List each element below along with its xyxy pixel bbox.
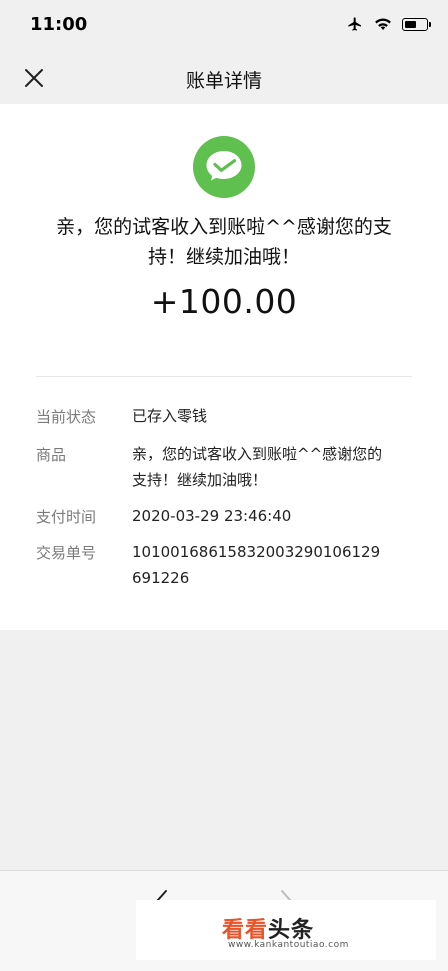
watermark-url: www.kankantoutiao.com: [228, 940, 349, 950]
status-label: 当前状态: [36, 408, 97, 426]
product-value-line-1: 亲，您的试客收入到账啦^^感谢您的: [132, 445, 383, 463]
order-no-label: 交易单号: [36, 544, 97, 562]
status-value: 已存入零钱: [132, 407, 208, 425]
headline-line-1: 亲，您的试客收入到账啦^^感谢您的支: [56, 216, 392, 238]
bill-detail-card: 亲，您的试客收入到账啦^^感谢您的支 持！继续加油哦！ +100.00 当前状态…: [0, 104, 448, 630]
pay-time-value: 2020-03-29 23:46:40: [132, 507, 292, 525]
amount: +100.00: [150, 282, 298, 321]
order-no-value-line-2: 691226: [132, 569, 190, 587]
watermark: 看看头条 www.kankantoutiao.com: [136, 900, 436, 960]
status-time: 11:00: [30, 14, 88, 35]
airplane-icon: [348, 17, 361, 31]
product-label: 商品: [36, 446, 67, 464]
divider: [36, 376, 412, 377]
page-title: 账单详情: [185, 70, 262, 92]
nav-bar: 账单详情: [0, 52, 448, 104]
status-icons: [346, 16, 431, 32]
order-no-value-line-1: 1010016861583200329010612​9: [132, 543, 381, 561]
product-value-line-2: 支持！继续加油哦！: [132, 471, 268, 489]
pay-time-label: 支付时间: [36, 508, 97, 526]
wifi-icon: [375, 18, 391, 30]
headline-line-2: 持！继续加油哦！: [147, 246, 300, 268]
wechat-pay-icon: [193, 136, 255, 198]
status-bar: 11:00: [0, 0, 448, 52]
battery-icon: [402, 17, 431, 31]
